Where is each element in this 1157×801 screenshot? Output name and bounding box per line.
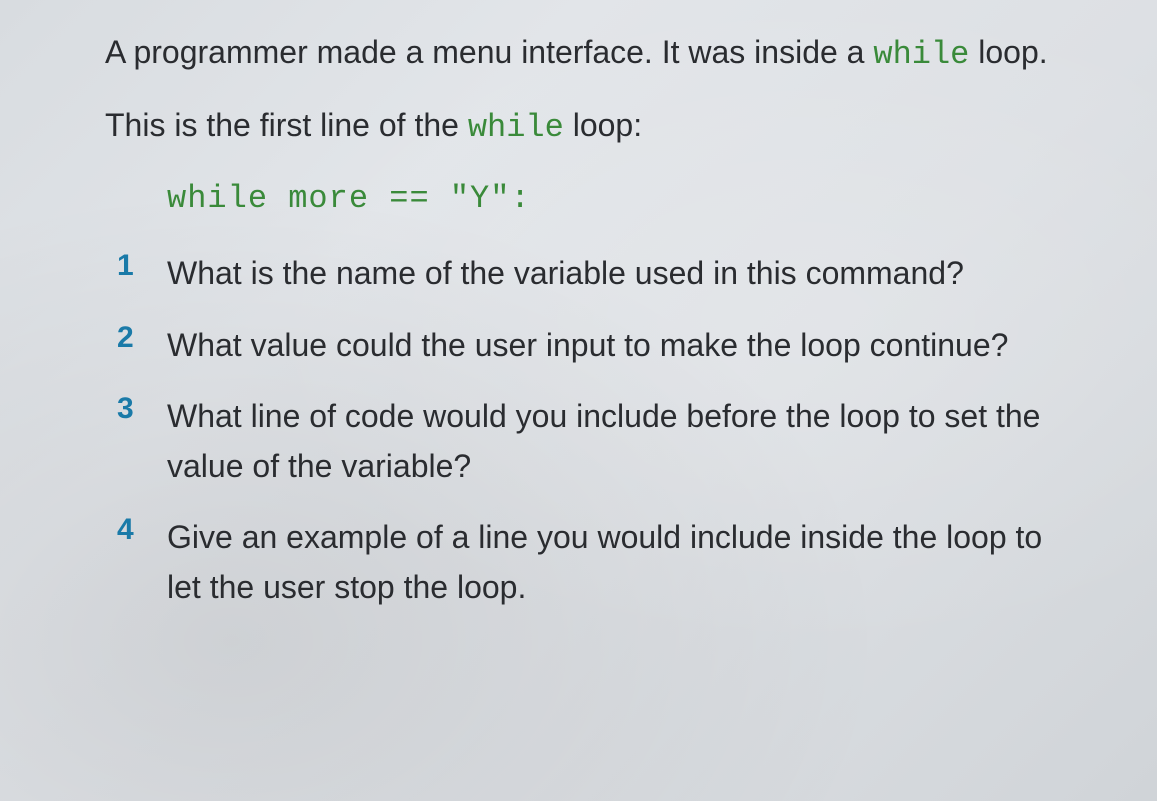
second-intro-part2: loop: — [564, 107, 642, 143]
question-number: 1 — [117, 249, 167, 283]
question-number: 2 — [117, 321, 167, 355]
code-keyword-while-2: while — [468, 109, 564, 146]
question-text: What line of code would you include befo… — [167, 392, 1057, 491]
code-block: while more == "Y": — [167, 180, 1057, 217]
question-text: What is the name of the variable used in… — [167, 249, 1057, 299]
question-item: 1 What is the name of the variable used … — [105, 249, 1057, 299]
question-item: 2 What value could the user input to mak… — [105, 321, 1057, 371]
document-content: A programmer made a menu interface. It w… — [105, 28, 1057, 613]
question-text: What value could the user input to make … — [167, 321, 1057, 371]
question-item: 3 What line of code would you include be… — [105, 392, 1057, 491]
question-number: 4 — [117, 513, 167, 547]
second-intro-paragraph: This is the first line of the while loop… — [105, 101, 1057, 152]
question-list: 1 What is the name of the variable used … — [105, 249, 1057, 613]
code-keyword-while-1: while — [873, 36, 969, 73]
question-number: 3 — [117, 392, 167, 426]
intro-text-part1: A programmer made a menu interface. It w… — [105, 34, 873, 70]
second-intro-part1: This is the first line of the — [105, 107, 468, 143]
question-item: 4 Give an example of a line you would in… — [105, 513, 1057, 612]
question-text: Give an example of a line you would incl… — [167, 513, 1057, 612]
intro-paragraph: A programmer made a menu interface. It w… — [105, 28, 1057, 79]
intro-text-part2: loop. — [969, 34, 1047, 70]
